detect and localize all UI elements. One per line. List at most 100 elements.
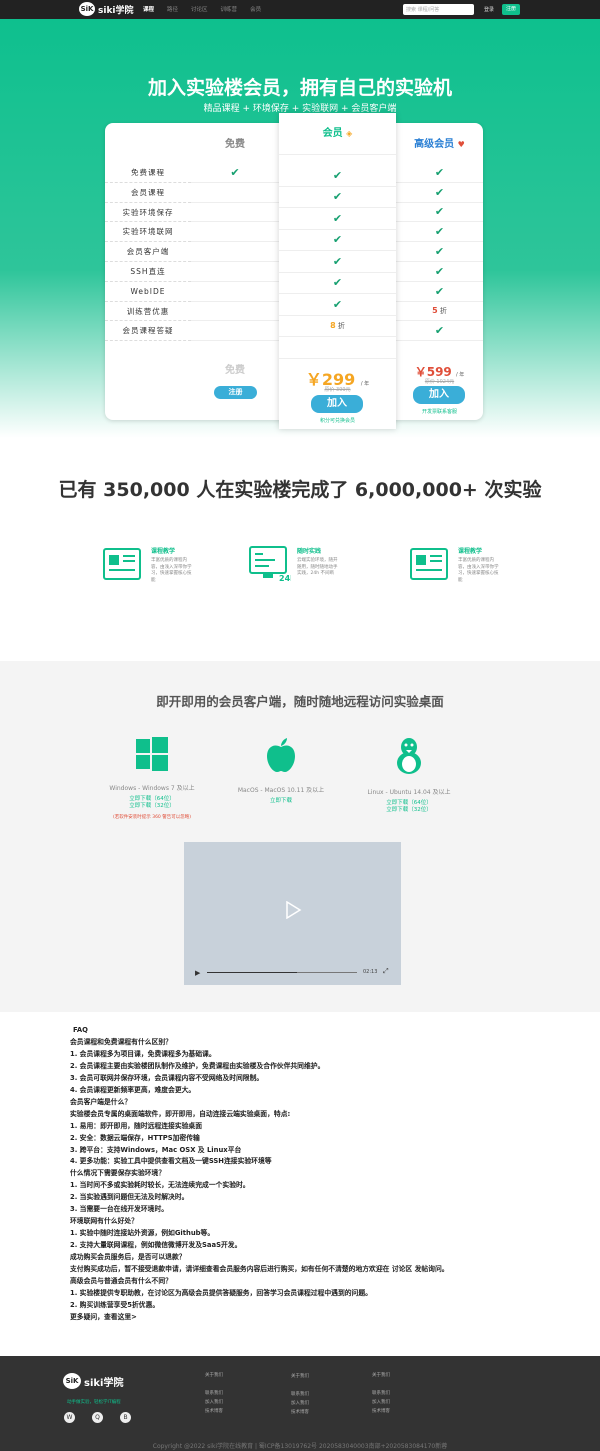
windows-download: Windows - Windows 7 及以上 立即下载（64位） 立即下载（3… [92,737,212,820]
check-icon: ✔ [434,284,445,298]
feature-desc: 丰富优质的课程内容，由浅入深带你学习，快速掌握核心技能 [151,558,192,583]
faq-line[interactable]: 更多疑问，查看这里> [70,1312,540,1324]
feature-title: 课程教学 [458,548,483,555]
faq-line: 成功购买会员服务后，是否可以退款？ [70,1253,186,1262]
footer-link[interactable]: 技术博客 [205,1407,223,1416]
check-icon: ✔ [434,264,445,278]
mac-download-link[interactable]: 立即下载 [221,798,341,805]
faq-line: 2. 安全：数据云端保存，HTTPS加密传输 [70,1133,200,1142]
nav-link-paths[interactable]: 路径 [167,5,178,13]
free-register-button[interactable]: 注册 [214,386,257,399]
advanced-price-value: ￥599 [414,365,452,379]
nav-link-member[interactable]: 会员 [250,5,261,13]
plan-cell [191,321,279,342]
footer-col-1: 关于我们 联系我们 加入我们 技术博客 [205,1371,223,1416]
nav-link-forum[interactable]: 讨论区 [191,5,208,13]
pricing-table: 免费 高级会员 ♥ 免费课程 会员课程 实验环境保存 实验环境联网 会员客户端 SSH直连… [105,113,483,429]
plan-cell [191,302,279,322]
footer-link[interactable]: 联系我们 [205,1389,223,1398]
site-logo[interactable]: SiK siki学院 [79,2,134,16]
logo-badge: SiK [79,2,95,16]
video-time: 02:13 [363,969,378,975]
footer-logo-badge: SiK [63,1373,81,1389]
client-section: 即开即用的会员客户端，随时随地远程访问实验桌面 Windows - Window… [0,661,600,1012]
windows-download-64[interactable]: 立即下载（64位） [92,796,212,803]
plan-cell: ✔ [396,222,483,243]
plan-cell: 8 折 [279,316,396,337]
faq-line: 什么情况下需要保存实验环境？ [70,1169,166,1178]
free-price-label: 免费 [225,365,245,376]
faq-line: 1. 实验楼提供专职助教，在讨论区为高级会员提供答疑服务，回答学习会员课程过程中… [70,1288,372,1297]
wechat-icon[interactable]: W [64,1412,75,1423]
logo-text: siki学院 [98,5,134,16]
client-title: 即开即用的会员客户端，随时随地远程访问实验桌面 [156,694,444,709]
member-plan-title: 会员 ◈ [279,113,396,155]
top-nav: SiK siki学院 课程 路径 讨论区 训练营 会员 搜索 课程/问答 登录 … [0,0,600,19]
member-old-price: 原价 399元 [324,387,351,393]
linux-download-64[interactable]: 立即下载（64位） [349,800,469,807]
search-input[interactable]: 搜索 课程/问答 [403,4,474,15]
footer-link[interactable]: 联系我们 [372,1389,390,1398]
advanced-plan-title: 高级会员 ♥ [396,123,483,163]
advanced-old-price: 原价 1024元 [424,379,455,385]
plan-cell: ✔ [396,163,483,183]
faq-section: FAQ 会员课程和免费课程有什么区别？ 1. 会员课程多为项目课，免费课程多为基础课… [70,1025,540,1324]
feature-teaching-2: 课程教学 丰富优质的课程内容，由浅入深带你学习，快速掌握核心技能 [410,546,502,584]
course-screen-icon [103,548,141,580]
plan-cell: ✔ [279,251,396,273]
plan-cell: ✔ [279,230,396,251]
discount-unit: 折 [439,306,447,315]
footer-link[interactable]: 技术博客 [372,1407,390,1416]
member-plan-cells: ✔ ✔ ✔ ✔ ✔ ✔ ✔ 8 折 [279,165,396,359]
faq-line: 1. 当时间不多或实验耗时较长，无法连续完成一个实验时。 [70,1181,250,1190]
hero-title: 加入实验楼会员，拥有自己的实验机 [147,77,452,99]
faq-line: 2. 购买训练营享受5折优惠。 [70,1300,160,1309]
check-icon: ✔ [434,205,445,219]
advanced-note[interactable]: 开发票联系客服 [396,408,483,415]
nav-link-courses[interactable]: 课程 [143,5,154,13]
feature-desc: 丰富优质的课程内容，由浅入深带你学习，快速掌握核心技能 [458,558,499,583]
footer: SiK siki学院 动手做实验，轻松学IT编程 W Q B 关于我们 联系我们… [0,1356,600,1451]
footer-link[interactable]: 加入我们 [205,1398,223,1407]
plan-cell [191,262,279,282]
member-note[interactable]: 积分可兑换会员 [279,417,396,424]
plan-cell [191,222,279,243]
footer-link[interactable]: 技术博客 [291,1408,309,1417]
feature-title: 课程教学 [151,548,176,555]
footer-tagline: 动手做实验，轻松学IT编程 [67,1400,121,1405]
check-icon: ✔ [434,324,445,338]
nav-link-bootcamp[interactable]: 训练营 [221,5,238,13]
video-player[interactable]: ▶ 02:13 ⤢ [184,842,401,985]
login-link[interactable]: 登录 [484,6,494,13]
diamond-icon: ◈ [346,129,353,138]
small-play-icon[interactable]: ▶ [195,969,200,977]
check-icon: ✔ [434,225,445,239]
discount-label: 8 折 [330,321,345,331]
copyright: Copyright @2022 siki学院在线教育 | 蜀ICP备130197… [152,1443,448,1450]
qq-icon[interactable]: Q [92,1412,103,1423]
fullscreen-icon[interactable]: ⤢ [383,967,389,976]
plan-cell: ✔ [396,321,483,342]
plan-cell: ✔ [396,203,483,223]
play-icon[interactable] [284,901,302,919]
member-join-button[interactable]: 加入 [311,395,363,413]
footer-link[interactable]: 加入我们 [372,1398,390,1407]
signup-button[interactable]: 注册 [502,4,520,15]
footer-col-head: 关于我们 [205,1373,223,1378]
check-icon: ✔ [332,211,343,225]
social-links: W Q B [64,1412,131,1423]
footer-link[interactable]: 加入我们 [291,1399,309,1408]
weibo-icon[interactable]: B [120,1412,131,1423]
footer-link[interactable]: 联系我们 [291,1390,309,1399]
video-progress-bar[interactable] [207,972,357,973]
windows-download-32[interactable]: 立即下载（32位） [92,803,212,810]
linux-download: Linux - Ubuntu 14.04 及以上 立即下载（64位） 立即下载（… [349,737,469,814]
advanced-join-button[interactable]: 加入 [413,386,465,404]
faq-line: 1. 实验中随时连接站外资源，例如Github等。 [70,1229,215,1238]
linux-name: Linux - Ubuntu 14.04 及以上 [367,789,451,796]
footer-logo[interactable]: SiK siki学院 [63,1373,123,1389]
faq-line: 1. 会员课程多为项目课，免费课程多为基础课。 [70,1049,216,1058]
linux-download-32[interactable]: 立即下载（32位） [349,807,469,814]
advanced-plan-cells: ✔ ✔ ✔ ✔ ✔ ✔ ✔ 5 折 ✔ [396,163,483,342]
feature-teaching-1: 课程教学 丰富优质的课程内容，由浅入深带你学习，快速掌握核心技能 [103,546,195,584]
